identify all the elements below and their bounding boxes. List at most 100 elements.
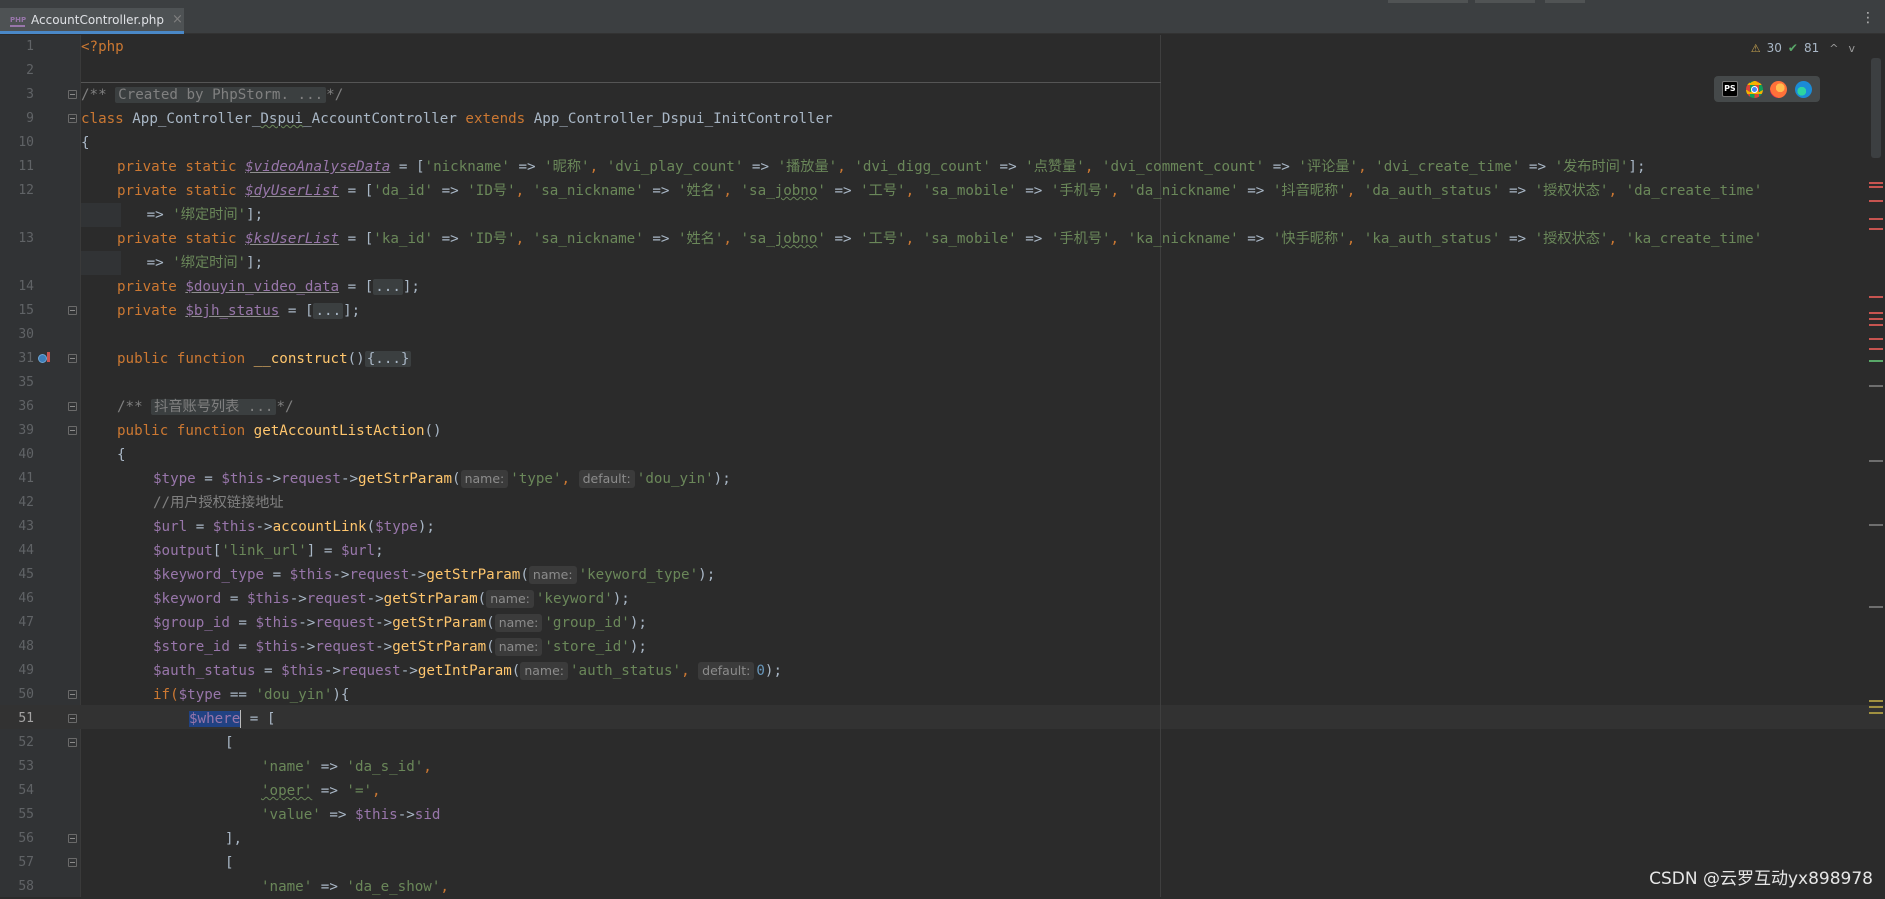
code-line-15: private $bjh_status = [...]; <box>117 303 361 319</box>
watermark: CSDN @云罗互动yx898978 <box>1649 869 1873 889</box>
code-line-11: private static $videoAnalyseData = ['nic… <box>117 159 1646 175</box>
phpstorm-icon[interactable]: PS <box>1721 81 1738 97</box>
fold-toggle-icon[interactable] <box>68 714 77 723</box>
firefox-icon[interactable] <box>1770 80 1788 98</box>
folded-doc-comment[interactable]: 抖音账号列表 ... <box>151 399 277 415</box>
fold-toggle-icon[interactable] <box>68 402 77 411</box>
stripe-mark[interactable] <box>1869 318 1883 320</box>
folded-doc-comment[interactable]: Created by PhpStorm. ... <box>115 87 327 103</box>
stripe-mark[interactable] <box>1869 218 1883 220</box>
line-number: 40 <box>18 447 34 462</box>
code-line-48: $store_id = $this->request->getStrParam(… <box>153 638 647 656</box>
stripe-mark[interactable] <box>1869 182 1883 184</box>
tab-options-menu-icon[interactable]: ⋮ <box>1861 10 1875 26</box>
code-line-51: $where = [ <box>189 710 276 728</box>
fold-toggle-icon[interactable] <box>68 306 77 315</box>
stripe-mark[interactable] <box>1869 338 1883 340</box>
warning-count: 30 <box>1766 41 1782 55</box>
scrollbar-thumb[interactable] <box>1871 58 1881 158</box>
line-number: 52 <box>18 735 34 750</box>
param-hint: default: <box>578 470 635 488</box>
line-number: 46 <box>18 591 34 606</box>
line-number: 11 <box>18 159 34 174</box>
previous-highlight-icon[interactable]: ^ <box>1829 42 1838 55</box>
param-hint: default: <box>698 662 755 680</box>
stripe-mark[interactable] <box>1869 228 1883 230</box>
folded-array[interactable]: ... <box>373 279 403 295</box>
line-number: 3 <box>26 87 34 102</box>
folded-array[interactable]: ... <box>313 303 344 319</box>
override-method-icon[interactable] <box>38 354 47 363</box>
stripe-mark[interactable] <box>1869 606 1883 608</box>
fold-toggle-icon[interactable] <box>68 90 77 99</box>
line-number: 41 <box>18 471 34 486</box>
stripe-mark[interactable] <box>1869 186 1883 188</box>
edge-icon[interactable] <box>1795 80 1813 98</box>
chrome-icon[interactable] <box>1745 80 1763 98</box>
code-line-1: <?php <box>81 39 124 55</box>
fold-toggle-icon[interactable] <box>68 426 77 435</box>
code-line-49: $auth_status = $this->request->getIntPar… <box>153 662 782 680</box>
folded-method-body[interactable]: {...} <box>364 351 412 367</box>
fold-toggle-icon[interactable] <box>68 114 77 123</box>
stripe-mark[interactable] <box>1869 312 1883 314</box>
code-line-47: $group_id = $this->request->getStrParam(… <box>153 614 647 632</box>
code-line-42: //用户授权链接地址 <box>153 495 284 511</box>
line-number: 30 <box>18 327 34 342</box>
close-icon[interactable]: × <box>172 12 183 27</box>
line-number: 53 <box>18 759 34 774</box>
stripe-mark[interactable] <box>1869 324 1883 326</box>
code-line-12: private static $dyUserList = ['da_id' =>… <box>117 183 1763 199</box>
code-editor[interactable]: <?php /** Created by PhpStorm. ... */ cla… <box>81 35 1885 897</box>
param-hint: name: <box>494 638 543 656</box>
param-hint: name: <box>528 566 577 584</box>
stripe-mark[interactable] <box>1869 460 1883 462</box>
top-toolbar-fragment <box>1545 0 1585 3</box>
stripe-mark[interactable] <box>1869 348 1883 350</box>
fold-toggle-icon[interactable] <box>68 354 77 363</box>
line-number: 14 <box>18 279 34 294</box>
inspection-widget[interactable]: ⚠ 30 ✔ 81 ^ v <box>1751 38 1855 58</box>
code-line-12-wrap: => '绑定时间']; <box>81 203 263 227</box>
selected-variable[interactable]: $where <box>189 711 241 727</box>
stripe-mark[interactable] <box>1869 385 1883 387</box>
line-number: 1 <box>26 39 34 54</box>
stripe-mark[interactable] <box>1869 712 1883 714</box>
line-number: 9 <box>26 111 34 126</box>
override-arrow-icon <box>47 352 50 362</box>
stripe-mark[interactable] <box>1869 706 1883 708</box>
tab-label: AccountController.php <box>31 12 165 27</box>
code-line-52: [ <box>225 735 234 751</box>
next-highlight-icon[interactable]: v <box>1848 42 1855 55</box>
code-line-45: $keyword_type = $this->request->getStrPa… <box>153 566 716 584</box>
code-line-3: /** Created by PhpStorm. ... */ <box>81 87 344 103</box>
code-line-13-wrap: => '绑定时间']; <box>81 251 263 275</box>
stripe-mark[interactable] <box>1869 360 1883 362</box>
top-toolbar-fragment <box>1388 0 1468 3</box>
fold-toggle-icon[interactable] <box>68 834 77 843</box>
stripe-mark[interactable] <box>1869 296 1883 298</box>
line-number: 54 <box>18 783 34 798</box>
line-number: 51 <box>18 711 34 726</box>
stripe-mark[interactable] <box>1869 700 1883 702</box>
stripe-mark[interactable] <box>1869 200 1883 202</box>
line-number: 48 <box>18 639 34 654</box>
line-number: 42 <box>18 495 34 510</box>
param-hint: name: <box>520 662 569 680</box>
code-line-56: ], <box>225 831 243 847</box>
fold-toggle-icon[interactable] <box>68 858 77 867</box>
top-toolbar-fragment <box>1475 0 1535 3</box>
code-line-10: { <box>81 135 90 151</box>
code-line-40: { <box>117 447 126 463</box>
stripe-mark[interactable] <box>1869 524 1883 526</box>
tab-accountcontroller[interactable]: PHP AccountController.php × <box>0 8 184 34</box>
line-number: 44 <box>18 543 34 558</box>
fold-toggle-icon[interactable] <box>68 690 77 699</box>
param-hint: name: <box>460 470 509 488</box>
weak-warning-count: 81 <box>1803 41 1820 55</box>
fold-toggle-icon[interactable] <box>68 738 77 747</box>
browser-preview-bar: PS <box>1714 76 1820 102</box>
code-line-55: 'value' => $this->sid <box>261 807 441 823</box>
line-number: 58 <box>18 879 34 894</box>
code-line-31: public function __construct() {...} <box>117 351 412 367</box>
